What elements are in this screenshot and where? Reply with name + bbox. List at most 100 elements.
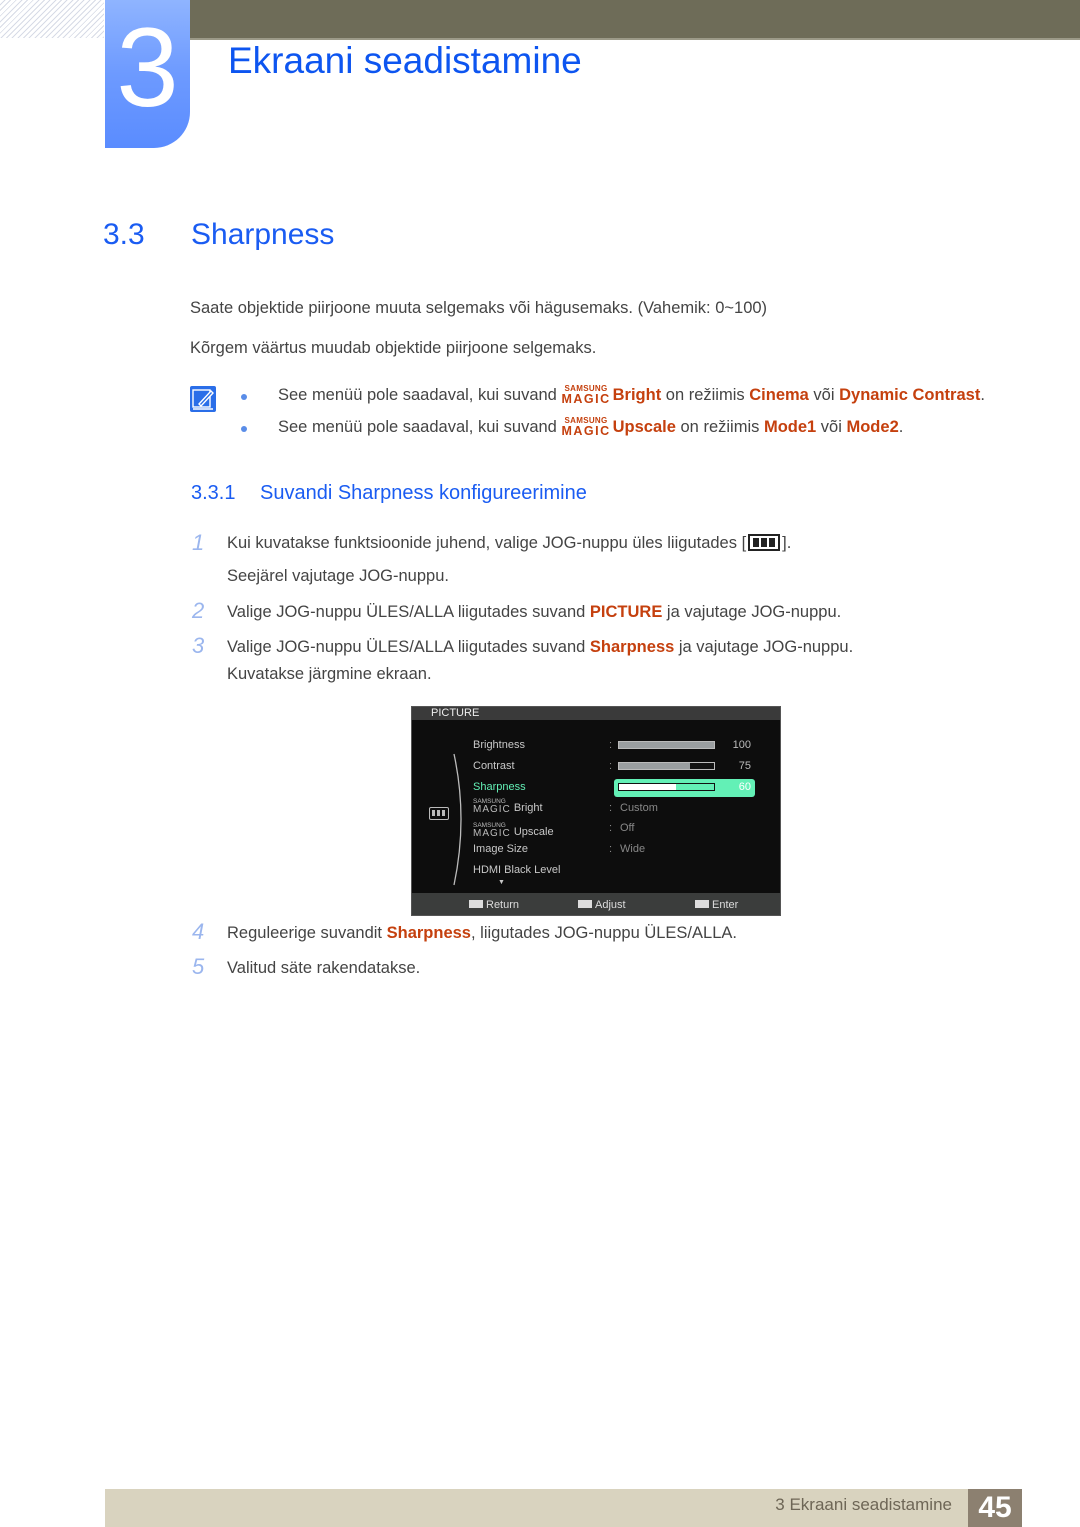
osd-value-sharpness: 60 xyxy=(738,781,751,793)
footer-chapter-title: 3 Ekraani seadistamine xyxy=(775,1495,952,1514)
note-text: või xyxy=(808,386,840,404)
chapter-title: Ekraani seadistamine xyxy=(228,40,582,81)
magic-bottom: MAGIC xyxy=(473,828,511,839)
step-text: Kui kuvatakse funktsioonide juhend, vali… xyxy=(227,534,791,553)
osd-bar-fill xyxy=(619,784,676,790)
note-text: on režiimis xyxy=(675,418,764,436)
osd-arc-decoration xyxy=(453,753,462,886)
step-text: Valige JOG-nuppu ÜLES/ALLA liigutades su… xyxy=(227,638,853,657)
step-text: Valitud säte rakendatakse. xyxy=(227,959,421,977)
step-text-part: Valige JOG-nuppu ÜLES/ALLA liigutades su… xyxy=(227,638,590,656)
osd-enter-label: Enter xyxy=(712,899,739,911)
section-title: Sharpness xyxy=(191,218,335,251)
osd-footer: Return Adjust Enter xyxy=(412,893,780,915)
note-pencil-icon xyxy=(190,386,216,412)
step-text: Valige JOG-nuppu ÜLES/ALLA liigutades su… xyxy=(227,603,841,622)
step-text-part: , liigutades JOG-nuppu ÜLES/ALLA. xyxy=(470,924,737,942)
scroll-down-arrow-icon[interactable]: ▼ xyxy=(498,879,505,886)
note-option: Upscale xyxy=(612,418,676,436)
step-highlight: Sharpness xyxy=(386,924,471,942)
osd-bar-brightness[interactable] xyxy=(618,741,715,749)
intro-paragraph-1: Saate objektide piirjoone muuta selgemak… xyxy=(190,299,768,317)
osd-value-magic-bright: Custom xyxy=(620,802,658,814)
step-number: 4 xyxy=(192,919,205,944)
osd-bar-fill xyxy=(619,763,691,769)
osd-header: PICTURE xyxy=(412,707,780,720)
osd-value-magic-upscale: Off xyxy=(620,822,635,834)
osd-colon: : xyxy=(609,822,613,834)
bullet-icon xyxy=(241,426,247,432)
osd-enter-button[interactable]: Enter xyxy=(695,899,738,911)
step-text-part: Valige JOG-nuppu ÜLES/ALLA liigutades su… xyxy=(227,603,590,621)
osd-bar-contrast[interactable] xyxy=(618,762,715,770)
header-hatch-decoration xyxy=(0,0,104,38)
magic-bottom: MAGIC xyxy=(561,392,611,406)
section-number: 3.3 xyxy=(103,218,145,251)
step-text-line2: Kuvatakse järgmine ekraan. xyxy=(227,665,432,683)
osd-item-image-size[interactable]: Image Size xyxy=(473,843,528,855)
osd-item-label: Upscale xyxy=(513,826,554,838)
osd-value-contrast: 75 xyxy=(738,760,751,772)
step-number: 5 xyxy=(192,954,205,979)
step-text-part: Reguleerige suvandit xyxy=(227,924,387,942)
note-option: Bright xyxy=(612,386,662,404)
note-1: See menüü pole saadaval, kui suvand SAMS… xyxy=(278,385,985,406)
samsung-magic-logo: SAMSUNG MAGIC xyxy=(561,417,611,438)
step-text: Reguleerige suvandit Sharpness, liigutad… xyxy=(227,924,737,943)
step-text-line2: Seejärel vajutage JOG-nuppu. xyxy=(227,567,449,585)
menu-button-icon xyxy=(748,534,781,551)
magic-bottom: MAGIC xyxy=(473,804,511,815)
header-bar xyxy=(190,0,1080,38)
osd-value-brightness: 100 xyxy=(732,739,751,751)
osd-adjust-label: Adjust xyxy=(595,899,626,911)
step-number: 2 xyxy=(192,598,205,623)
step-text-part: ]. xyxy=(782,534,792,552)
osd-return-label: Return xyxy=(486,899,520,911)
osd-item-label: Bright xyxy=(513,802,543,814)
osd-return-button[interactable]: Return xyxy=(469,899,519,911)
osd-colon: : xyxy=(609,781,613,793)
osd-menu-icon xyxy=(429,807,449,820)
subsection-title: Suvandi Sharpness konfigureerimine xyxy=(260,482,587,504)
step-highlight: PICTURE xyxy=(589,603,663,621)
magic-bottom: MAGIC xyxy=(561,424,611,438)
osd-value-image-size: Wide xyxy=(620,843,646,855)
step-highlight: Sharpness xyxy=(589,638,675,656)
osd-colon: : xyxy=(609,739,613,751)
note-2: See menüü pole saadaval, kui suvand SAMS… xyxy=(278,417,904,438)
osd-item-brightness[interactable]: Brightness xyxy=(473,739,525,751)
subsection-number: 3.3.1 xyxy=(191,482,236,504)
note-text: on režiimis xyxy=(661,386,750,404)
step-text-part: ja vajutage JOG-nuppu. xyxy=(674,638,854,656)
step-number: 3 xyxy=(192,633,205,658)
note-mode: Mode1 xyxy=(763,418,817,436)
samsung-magic-logo: SAMSUNG MAGIC xyxy=(473,798,511,815)
chapter-number: 3 xyxy=(116,5,179,130)
osd-item-magic-upscale[interactable]: SAMSUNG MAGIC Upscale xyxy=(473,822,554,839)
note-text: või xyxy=(816,418,847,436)
osd-colon: : xyxy=(609,760,613,772)
osd-item-magic-bright[interactable]: SAMSUNG MAGIC Bright xyxy=(473,798,543,815)
intro-paragraph-2: Kõrgem väärtus muudab objektide piirjoon… xyxy=(190,339,597,357)
step-number: 1 xyxy=(192,530,205,555)
note-mode: Mode2 xyxy=(846,418,899,436)
osd-item-contrast[interactable]: Contrast xyxy=(473,760,515,772)
osd-item-sharpness[interactable]: Sharpness xyxy=(473,781,526,793)
osd-colon: : xyxy=(609,802,613,814)
note-mode: Dynamic Contrast xyxy=(839,386,981,404)
note-mode: Cinema xyxy=(749,386,809,404)
osd-picture-menu: PICTURE Brightness : 100 Contrast : 75 S… xyxy=(411,706,781,916)
step-text-part: Kui kuvatakse funktsioonide juhend, vali… xyxy=(227,534,747,552)
page-number: 45 xyxy=(968,1489,1022,1527)
samsung-magic-logo: SAMSUNG MAGIC xyxy=(473,822,511,839)
osd-bar-fill xyxy=(619,742,714,748)
note-text: See menüü pole saadaval, kui suvand xyxy=(278,386,562,404)
osd-item-hdmi-black-level[interactable]: HDMI Black Level xyxy=(473,864,560,876)
bullet-icon xyxy=(241,394,247,400)
return-arrow-icon xyxy=(469,900,483,908)
osd-bar-sharpness[interactable] xyxy=(618,783,715,791)
note-text: . xyxy=(898,418,904,436)
up-down-arrow-icon xyxy=(578,900,592,908)
osd-adjust-button[interactable]: Adjust xyxy=(578,899,626,911)
samsung-magic-logo: SAMSUNG MAGIC xyxy=(561,385,611,406)
